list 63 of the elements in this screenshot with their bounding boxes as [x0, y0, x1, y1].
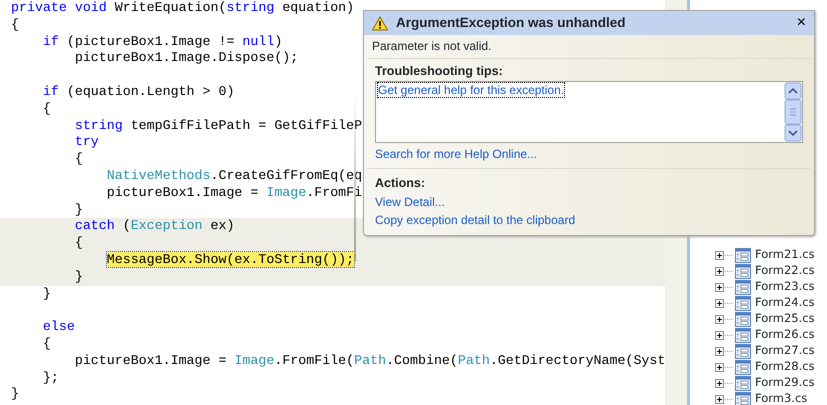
code-line: } — [74, 202, 83, 218]
action-link[interactable]: Copy exception detail to the clipboard — [375, 211, 576, 230]
code-line: pictureBox1.Image.Dispose(); — [74, 50, 298, 68]
expand-icon[interactable] — [715, 298, 733, 308]
action-link[interactable]: View Detail... — [375, 192, 445, 212]
code-line: { — [42, 336, 51, 353]
code-line: { — [42, 100, 51, 118]
expand-icon[interactable] — [715, 266, 733, 276]
section-heading: Actions: — [375, 174, 426, 192]
help-online-link[interactable]: Search for more Help Online... — [375, 147, 538, 162]
tree-item-label[interactable]: Form26.cs — [755, 326, 815, 344]
form-file-icon — [735, 248, 751, 262]
form-file-icon — [735, 264, 751, 278]
code-line: pictureBox1.Image = Image.FromFi — [106, 184, 362, 202]
code-line: else — [42, 319, 75, 336]
expand-icon[interactable] — [715, 378, 733, 388]
form-file-icon — [735, 312, 751, 326]
close-button[interactable]: × — [794, 15, 808, 31]
code-line: { — [74, 151, 83, 168]
code-line: { — [11, 16, 19, 34]
code-line: NativeMethods.CreateGifFromEq(eq — [106, 168, 362, 185]
code-line: try — [74, 134, 99, 152]
form-file-icon — [735, 328, 751, 342]
warning-icon — [372, 16, 388, 30]
expand-icon[interactable] — [715, 362, 733, 372]
help-link[interactable]: Get general help for this exception. — [378, 83, 564, 98]
expand-icon[interactable] — [715, 250, 733, 260]
code-line: { — [74, 235, 83, 252]
tree-item-label[interactable]: Form27.cs — [755, 342, 815, 360]
tree-item-label[interactable]: Form25.cs — [755, 310, 815, 328]
scrollbar[interactable] — [784, 82, 802, 142]
tree-item-label[interactable]: Form21.cs — [755, 246, 815, 264]
tree-item-label[interactable]: Form23.cs — [755, 278, 815, 296]
section-heading: Troubleshooting tips: — [375, 63, 504, 80]
tree-item-label[interactable]: Form28.cs — [755, 358, 815, 376]
current-statement: MessageBox.Show(ex.ToString()); — [106, 252, 354, 267]
form-file-icon — [735, 280, 751, 294]
expand-icon[interactable] — [715, 314, 733, 324]
popup-title: ArgumentException was unhandled — [396, 14, 627, 32]
form-file-icon — [735, 344, 751, 358]
code-line: } — [11, 386, 19, 404]
form-file-icon — [735, 296, 751, 310]
expand-icon[interactable] — [715, 394, 733, 404]
tree-item-label[interactable]: Form22.cs — [755, 262, 815, 280]
error-message: Parameter is not valid. — [371, 38, 492, 55]
form-file-icon — [735, 392, 751, 405]
code-line: } — [42, 286, 51, 302]
tree-item-label[interactable]: Form24.cs — [755, 294, 815, 312]
expand-icon[interactable] — [715, 282, 733, 292]
code-line: catch (Exception ex) — [74, 218, 234, 236]
expand-icon[interactable] — [715, 346, 733, 356]
code-line: string tempGifFilePath = GetGifFileP — [74, 118, 362, 134]
code-line: private void WriteEquation(string equation) — [11, 0, 354, 17]
tree-item-label[interactable]: Form3.cs — [755, 390, 808, 405]
code-line: if (equation.Length > 0) — [42, 84, 234, 101]
code-line: }; — [42, 370, 59, 386]
tree-item-label[interactable]: Form29.cs — [755, 374, 815, 392]
code-line: } — [74, 268, 83, 286]
form-file-icon — [735, 360, 751, 374]
expand-icon[interactable] — [715, 330, 733, 340]
code-line: pictureBox1.Image = Image.FromFile(Path.Combine(Path.GetDirectoryName(Syst — [74, 352, 665, 370]
form-file-icon — [735, 376, 751, 390]
code-line: if (pictureBox1.Image != null) — [42, 34, 282, 50]
